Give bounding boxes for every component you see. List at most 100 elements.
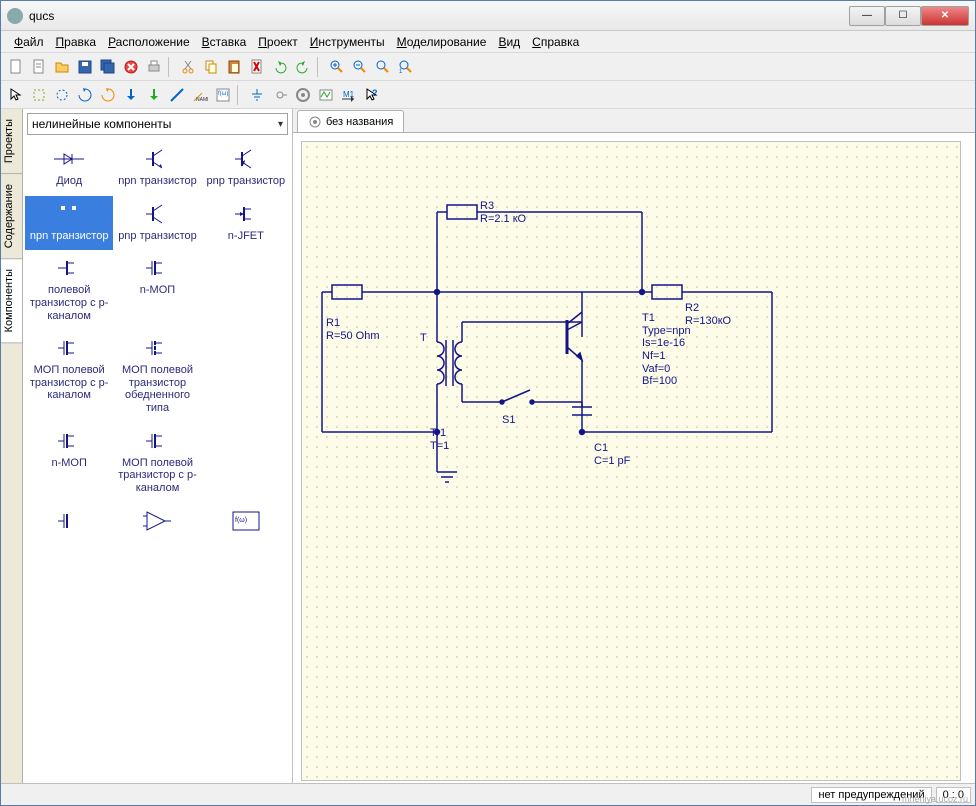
t1-nf: Nf=1 [642, 350, 666, 362]
menu-file[interactable]: Файл [9, 33, 49, 51]
tab-components[interactable]: Компоненты [1, 259, 22, 343]
palette-empty-1 [202, 250, 290, 330]
dc-bias-icon[interactable] [315, 84, 337, 106]
mirror-v-icon[interactable] [74, 84, 96, 106]
menubar: Файл Правка Расположение Вставка Проект … [1, 31, 975, 53]
simulate-icon[interactable] [292, 84, 314, 106]
window-buttons: — ☐ ✕ [849, 6, 969, 26]
t1-is: Is=1e-16 [642, 337, 685, 349]
menu-edit[interactable]: Правка [51, 33, 102, 51]
zoom-fit-icon[interactable] [372, 56, 394, 78]
tab-projects[interactable]: Проекты [1, 109, 22, 174]
palette-diode[interactable]: Диод [25, 141, 113, 196]
r1-value: R=50 Ohm [326, 330, 380, 342]
menu-simulation[interactable]: Моделирование [392, 33, 492, 51]
r2-value: R=130кО [685, 315, 731, 327]
palette-njfet[interactable]: n-JFET [202, 196, 290, 251]
equation-icon[interactable]: f(ω) [212, 84, 234, 106]
r3-name: R3 [480, 200, 494, 212]
statusbar: нет предупреждений 0 : 0 [1, 783, 975, 805]
mirror-h-icon[interactable] [51, 84, 73, 106]
palette-nmos[interactable]: n-МОП [113, 250, 201, 330]
new-text-icon[interactable] [28, 56, 50, 78]
port-icon[interactable] [269, 84, 291, 106]
palette-label: n-МОП [51, 457, 86, 470]
menu-layout[interactable]: Расположение [103, 33, 195, 51]
zoom-reset-icon[interactable]: 1 [395, 56, 417, 78]
activate-icon[interactable] [97, 84, 119, 106]
t1-bf: Bf=100 [642, 375, 677, 387]
palette-opamp[interactable] [113, 503, 201, 545]
maximize-button[interactable]: ☐ [885, 6, 921, 26]
palette-pjfet[interactable]: полевой транзистор с p-каналом [25, 250, 113, 330]
new-file-icon[interactable] [5, 56, 27, 78]
toolbar-bottom: NAME f(ω) M1 ? [1, 81, 975, 109]
palette-npn[interactable]: npn транзистор [113, 141, 201, 196]
palette-label: полевой транзистор с p-каналом [27, 284, 111, 322]
marker-icon[interactable]: M1 [338, 84, 360, 106]
component-palette: Диод npn транзистор pnp транзистор npn т… [23, 139, 292, 783]
close-doc-icon[interactable] [120, 56, 142, 78]
help-icon[interactable]: ? [361, 84, 383, 106]
save-all-icon[interactable] [97, 56, 119, 78]
toolbar-top: 1 [1, 53, 975, 81]
open-icon[interactable] [51, 56, 73, 78]
ground-icon[interactable] [246, 84, 268, 106]
arrow-down-icon[interactable] [120, 84, 142, 106]
cut-icon[interactable] [177, 56, 199, 78]
tab-title: без названия [326, 116, 393, 128]
window-title: qucs [29, 9, 849, 23]
palette-depmos[interactable]: МОП полевой транзистор обедненного типа [113, 330, 201, 423]
palette-npn-sub[interactable]: npn транзистор [25, 196, 113, 251]
save-icon[interactable] [74, 56, 96, 78]
menu-tools[interactable]: Инструменты [305, 33, 390, 51]
delete-icon[interactable] [246, 56, 268, 78]
undo-icon[interactable] [269, 56, 291, 78]
menu-project[interactable]: Проект [253, 33, 303, 51]
palette-label: n-МОП [140, 284, 175, 297]
palette-label: pnp транзистор [207, 175, 286, 188]
arrow-down2-icon[interactable] [143, 84, 165, 106]
print-icon[interactable] [143, 56, 165, 78]
r3-value: R=2.1 кО [480, 213, 526, 225]
menu-help[interactable]: Справка [527, 33, 584, 51]
palette-pnp[interactable]: pnp транзистор [202, 141, 290, 196]
palette-pmos[interactable]: МОП полевой транзистор с p-каналом [25, 330, 113, 423]
palette-extra-1[interactable] [25, 503, 113, 545]
palette-label: npn транзистор [118, 175, 197, 188]
schematic-svg [302, 142, 962, 782]
wire-tool-icon[interactable] [166, 84, 188, 106]
svg-text:NAME: NAME [196, 97, 208, 103]
menu-insert[interactable]: Вставка [197, 33, 252, 51]
menu-view[interactable]: Вид [493, 33, 525, 51]
palette-pnp-sub[interactable]: pnp транзистор [113, 196, 201, 251]
palette-empty-3 [202, 423, 290, 503]
zoom-in-icon[interactable] [326, 56, 348, 78]
name-tool-icon[interactable]: NAME [189, 84, 211, 106]
copy-icon[interactable] [200, 56, 222, 78]
minimize-button[interactable]: — [849, 6, 885, 26]
palette-pmos2[interactable]: МОП полевой транзистор с p-каналом [113, 423, 201, 503]
canvas-wrap: R3R=2.1 кО R1R=50 Ohm R2R=130кО T1Type=n… [293, 133, 975, 783]
paste-icon[interactable] [223, 56, 245, 78]
rotate-icon[interactable] [28, 84, 50, 106]
palette-empty-2 [202, 330, 290, 423]
s1-name: S1 [502, 414, 515, 427]
component-category-dropdown[interactable]: нелинейные компоненты [27, 113, 288, 135]
side-body: нелинейные компоненты Диод npn транзисто… [23, 109, 292, 783]
side-panel: Проекты Содержание Компоненты нелинейные… [1, 109, 293, 783]
tr-t-label: T [420, 332, 427, 345]
palette-eqn[interactable]: f(ω) [202, 503, 290, 545]
svg-text:1: 1 [399, 69, 403, 75]
palette-nmos2[interactable]: n-МОП [25, 423, 113, 503]
redo-icon[interactable] [292, 56, 314, 78]
c1-value: C=1 pF [594, 455, 630, 467]
document-tab[interactable]: без названия [297, 110, 404, 132]
watermark: mneniya.ucoz.ru [902, 794, 968, 804]
gear-icon [308, 115, 322, 129]
zoom-out-icon[interactable] [349, 56, 371, 78]
tab-content[interactable]: Содержание [1, 174, 22, 259]
schematic-canvas[interactable]: R3R=2.1 кО R1R=50 Ohm R2R=130кО T1Type=n… [301, 141, 961, 781]
select-tool-icon[interactable] [5, 84, 27, 106]
close-button[interactable]: ✕ [921, 6, 969, 26]
